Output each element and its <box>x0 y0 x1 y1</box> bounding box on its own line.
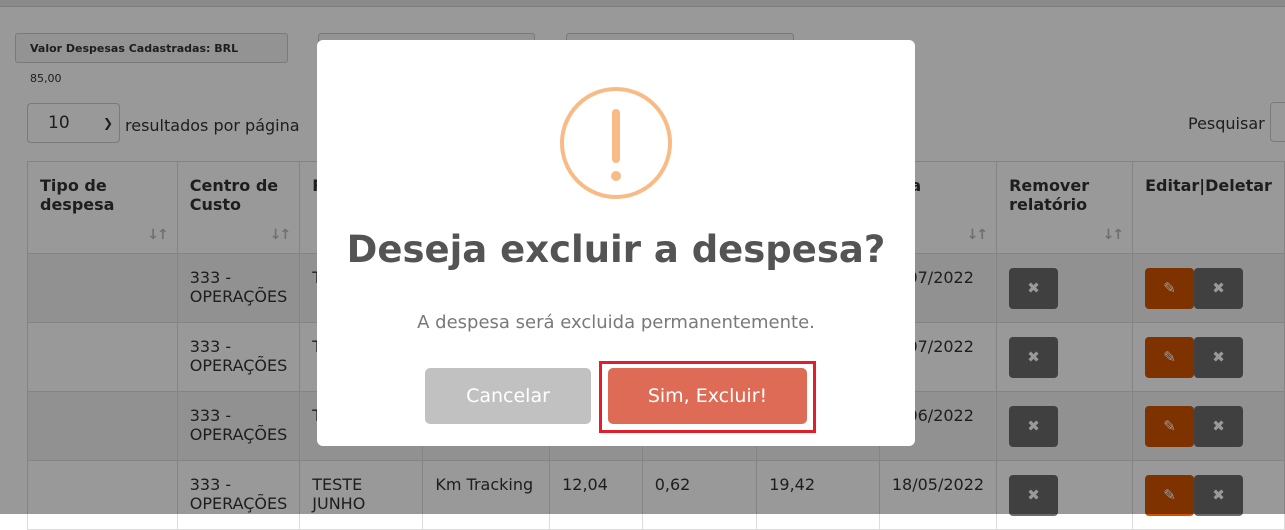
dialog-title: Deseja excluir a despesa? <box>346 228 886 271</box>
confirm-delete-button[interactable]: Sim, Excluir! <box>608 368 807 424</box>
exclamation-dot <box>611 171 621 181</box>
exclamation-bar <box>612 109 620 163</box>
cancel-button[interactable]: Cancelar <box>425 368 591 424</box>
exclamation-icon <box>560 87 672 199</box>
confirm-delete-dialog: Deseja excluir a despesa? A despesa será… <box>317 40 915 446</box>
dialog-message: A despesa será excluida permanentemente. <box>417 312 815 333</box>
